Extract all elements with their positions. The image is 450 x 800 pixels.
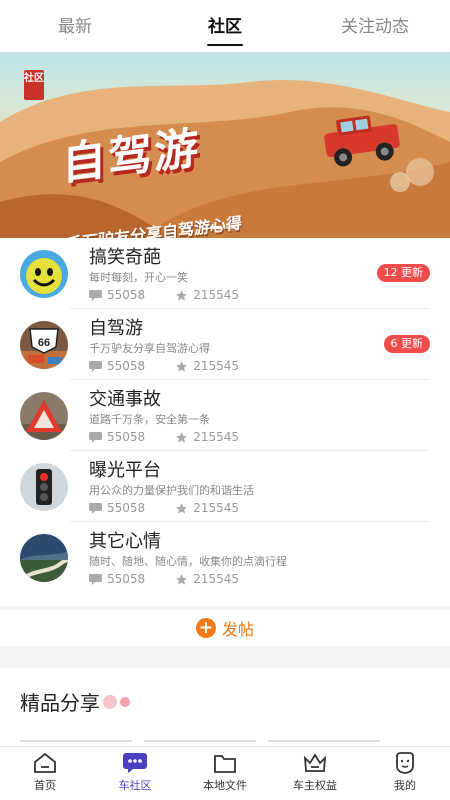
community-desc: 随时、随地、随心情，收集你的点滴行程 (89, 555, 287, 568)
warning-triangle-avatar (20, 392, 68, 440)
traffic-light-avatar (20, 463, 68, 511)
star-icon (176, 502, 188, 514)
community-name: 曝光平台 (89, 460, 161, 481)
update-badge: 6 更新 (383, 335, 430, 353)
nav-label: 首页 (34, 779, 56, 792)
banner-carousel[interactable]: 社区 自驾游 千万驴友分享自驾游心得 (0, 52, 450, 238)
community-name: 自驾游 (89, 318, 143, 339)
chat-icon (123, 753, 147, 773)
comment-icon (89, 431, 102, 443)
home-icon (34, 752, 56, 773)
tab-following[interactable]: 关注动态 (315, 0, 435, 52)
comment-icon (89, 289, 102, 301)
like-count: 215545 (193, 359, 239, 373)
star-icon (176, 289, 188, 301)
list-item[interactable]: 66 自驾游 千万驴友分享自驾游心得 55058 215545 6 更新 (0, 309, 450, 380)
nav-community[interactable]: 车社区 (90, 747, 180, 800)
comment-icon (89, 573, 102, 585)
comment-count: 55058 (107, 359, 146, 373)
crown-icon (303, 753, 327, 772)
community-name: 搞笑奇葩 (89, 247, 161, 268)
section-title: 精品分享 (20, 691, 100, 715)
tab-latest[interactable]: 最新 (15, 0, 135, 52)
nav-profile[interactable]: 我的 (360, 747, 450, 800)
carousel-dot (226, 226, 238, 229)
list-item[interactable]: 交通事故 道路千万条，安全第一条 55058 215545 (0, 380, 450, 451)
folder-icon (214, 755, 236, 773)
post-button-label: 发帖 (221, 620, 254, 639)
like-count: 215545 (193, 430, 239, 444)
list-item[interactable]: 曝光平台 用公众的力量保护我们的和谐生活 55058 215545 (0, 451, 450, 522)
nav-owner-benefits[interactable]: 车主权益 (270, 747, 360, 800)
comment-count: 55058 (107, 501, 146, 515)
card-placeholder (268, 740, 380, 742)
like-count: 215545 (193, 501, 239, 515)
featured-cards (20, 740, 380, 742)
community-list: 搞笑奇葩 每时每刻，开心一笑 55058 215545 12 更新 66 自驾游… (0, 238, 450, 606)
community-desc: 千万驴友分享自驾游心得 (89, 342, 210, 355)
comment-count: 55058 (107, 288, 146, 302)
community-name: 交通事故 (89, 389, 161, 410)
comment-icon (89, 360, 102, 372)
community-badge: 社区 (24, 70, 44, 100)
smiley-avatar (20, 250, 68, 298)
star-icon (176, 360, 188, 372)
plus-icon: + (195, 618, 216, 638)
star-icon (176, 573, 188, 585)
community-desc: 用公众的力量保护我们的和谐生活 (89, 484, 254, 497)
nav-label: 我的 (394, 779, 416, 792)
road-landscape-avatar (20, 534, 68, 582)
profile-icon (396, 752, 414, 774)
nav-label: 车社区 (118, 779, 152, 792)
nav-label: 本地文件 (203, 779, 247, 792)
route66-avatar: 66 (20, 321, 68, 369)
tab-community[interactable]: 社区 (165, 0, 285, 52)
bottom-navigation: 首页 车社区 本地文件 车主权益 我的 (0, 746, 450, 800)
card-placeholder (144, 740, 256, 742)
update-badge: 12 更新 (376, 264, 430, 282)
top-tab-bar: 最新 社区 关注动态 (0, 0, 450, 52)
community-desc: 每时每刻，开心一笑 (89, 271, 188, 284)
comment-icon (89, 502, 102, 514)
comment-count: 55058 (107, 430, 146, 444)
community-name: 其它心情 (89, 531, 161, 552)
list-item[interactable]: 其它心情 随时、随地、随心情，收集你的点滴行程 55058 215545 (0, 522, 450, 593)
community-desc: 道路千万条，安全第一条 (89, 413, 210, 426)
star-icon (176, 431, 188, 443)
card-placeholder (20, 740, 132, 742)
list-item[interactable]: 搞笑奇葩 每时每刻，开心一笑 55058 215545 12 更新 (0, 238, 450, 309)
nav-home[interactable]: 首页 (0, 747, 90, 800)
comment-count: 55058 (107, 572, 146, 586)
featured-section: 精品分享 (0, 668, 450, 748)
decoration-icon (103, 695, 130, 709)
nav-local-files[interactable]: 本地文件 (180, 747, 270, 800)
post-button[interactable]: + 发帖 (0, 610, 450, 646)
svg-text:66: 66 (38, 337, 50, 349)
like-count: 215545 (193, 572, 239, 586)
like-count: 215545 (193, 288, 239, 302)
carousel-indicator[interactable] (210, 226, 238, 229)
nav-label: 车主权益 (293, 779, 337, 792)
carousel-dot-active (210, 226, 222, 229)
